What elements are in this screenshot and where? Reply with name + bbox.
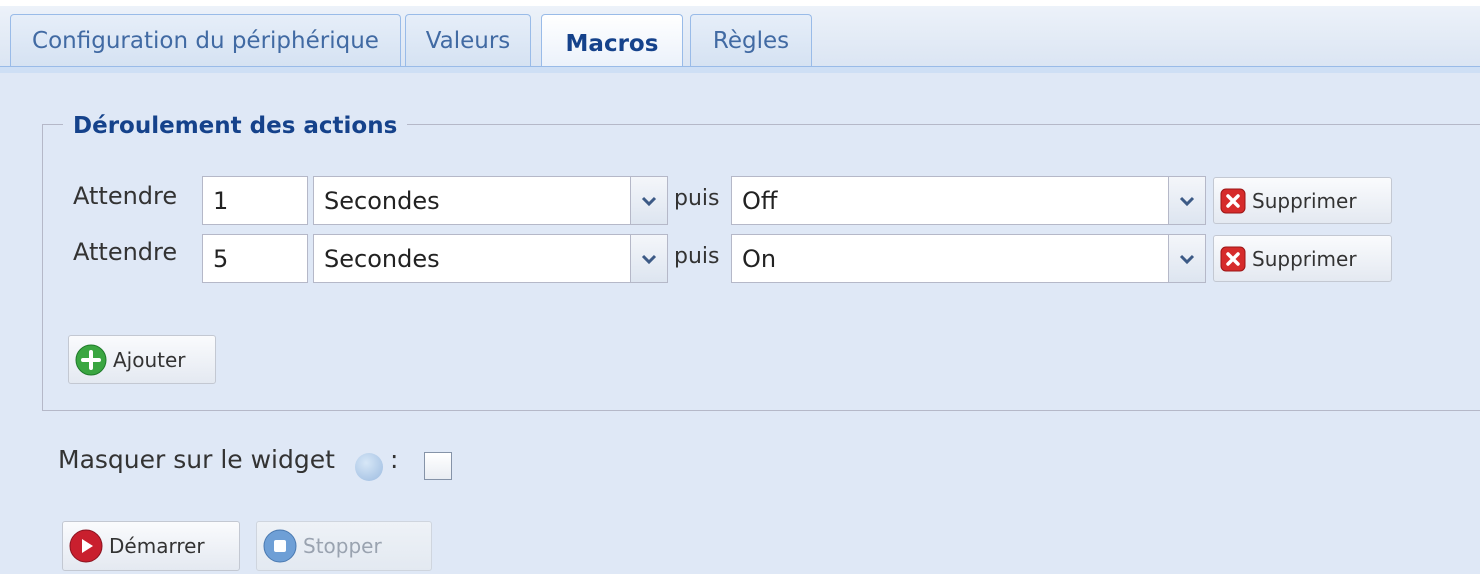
stop-button[interactable]: Stopper [256, 521, 432, 571]
hide-on-widget-label: Masquer sur le widget [58, 445, 335, 474]
chevron-down-icon[interactable] [1168, 177, 1205, 224]
then-label: puis [674, 186, 720, 211]
tab-strip-underbar [0, 66, 1480, 73]
unit-select[interactable]: Secondes [313, 234, 668, 283]
chevron-down-icon[interactable] [1168, 235, 1205, 282]
action-select[interactable]: On [731, 234, 1206, 283]
tab-rules[interactable]: Règles [690, 14, 812, 67]
add-action-button-label: Ajouter [113, 347, 186, 372]
delete-icon [1220, 246, 1246, 272]
action-select-value: On [742, 244, 777, 273]
delete-icon [1220, 188, 1246, 214]
unit-select-value: Secondes [324, 244, 440, 273]
tab-macros[interactable]: Macros [541, 14, 683, 72]
hide-on-widget-checkbox[interactable] [424, 452, 452, 480]
unit-select-value: Secondes [324, 186, 440, 215]
delete-button-label: Supprimer [1252, 188, 1357, 213]
actions-fieldset-title: Déroulement des actions [63, 113, 408, 139]
chevron-down-icon[interactable] [630, 177, 667, 224]
start-button-label: Démarrer [109, 534, 205, 558]
help-icon[interactable] [355, 453, 383, 481]
play-icon [69, 529, 103, 563]
unit-select[interactable]: Secondes [313, 176, 668, 225]
add-icon [75, 344, 107, 376]
duration-input[interactable]: 1 [202, 176, 308, 225]
chevron-down-icon[interactable] [630, 235, 667, 282]
delete-button[interactable]: Supprimer [1213, 177, 1392, 224]
stop-icon [263, 529, 297, 563]
duration-input[interactable]: 5 [202, 234, 308, 283]
macro-editor-window: Configuration du périphérique Valeurs Ma… [0, 0, 1480, 574]
stop-button-label: Stopper [303, 534, 382, 558]
wait-label: Attendre [73, 238, 178, 266]
tab-values[interactable]: Valeurs [405, 14, 531, 67]
wait-label: Attendre [73, 182, 178, 210]
action-select[interactable]: Off [731, 176, 1206, 225]
then-label: puis [674, 244, 720, 269]
delete-button[interactable]: Supprimer [1213, 235, 1392, 282]
hide-on-widget-colon: : [390, 445, 399, 474]
start-button[interactable]: Démarrer [62, 521, 240, 571]
tab-device-configuration[interactable]: Configuration du périphérique [10, 14, 401, 67]
add-action-button[interactable]: Ajouter [68, 335, 216, 384]
action-select-value: Off [742, 186, 778, 215]
delete-button-label: Supprimer [1252, 246, 1357, 271]
tab-strip: Configuration du périphérique Valeurs Ma… [0, 0, 1480, 72]
